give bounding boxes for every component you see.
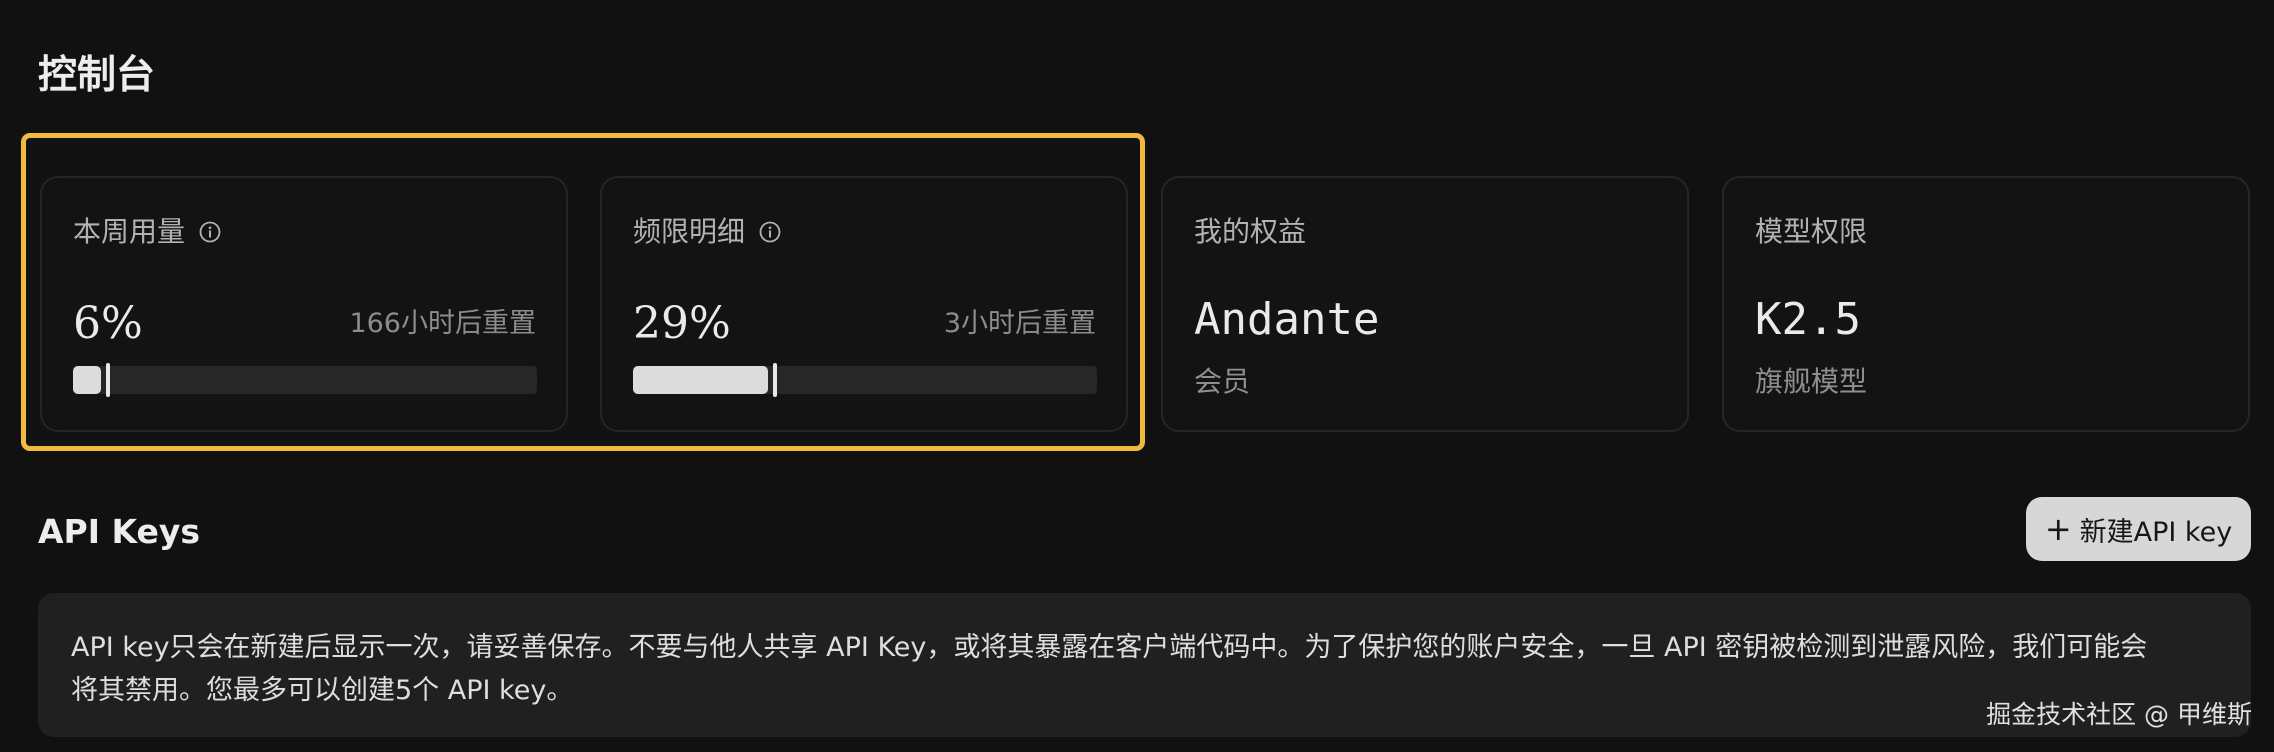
rate-limit-progress-fill bbox=[633, 366, 768, 394]
rate-limit-title: 频限明细 bbox=[633, 215, 746, 248]
new-api-key-button[interactable]: + 新建API key bbox=[2026, 497, 2251, 561]
plan-type: 会员 bbox=[1194, 365, 1251, 398]
plus-icon: + bbox=[2044, 510, 2072, 548]
rate-limit-card: 频限明细 29% 3小时后重置 bbox=[600, 176, 1128, 432]
rate-limit-reset: 3小时后重置 bbox=[943, 308, 1096, 339]
model-name: K2.5 bbox=[1755, 294, 1861, 345]
page-title: 控制台 bbox=[38, 53, 156, 98]
plan-name: Andante bbox=[1194, 294, 1380, 345]
new-api-key-label: 新建API key bbox=[2079, 516, 2233, 548]
weekly-usage-reset: 166小时后重置 bbox=[349, 308, 536, 339]
model-permission-title: 模型权限 bbox=[1755, 215, 1868, 248]
info-icon[interactable] bbox=[199, 221, 221, 243]
watermark: 掘金技术社区 @ 甲维斯 bbox=[1986, 700, 2252, 729]
info-icon[interactable] bbox=[759, 221, 781, 243]
api-keys-title: API Keys bbox=[38, 512, 201, 551]
weekly-usage-progress-fill bbox=[73, 366, 101, 394]
model-permission-card: 模型权限 K2.5 旗舰模型 bbox=[1722, 176, 2250, 432]
weekly-usage-title: 本周用量 bbox=[73, 215, 186, 248]
weekly-usage-card: 本周用量 6% 166小时后重置 bbox=[40, 176, 568, 432]
my-benefits-title: 我的权益 bbox=[1194, 215, 1307, 248]
rate-limit-progress-marker bbox=[773, 363, 777, 397]
rate-limit-percent: 29% bbox=[633, 298, 731, 349]
model-tier: 旗舰模型 bbox=[1755, 365, 1868, 398]
weekly-usage-progress-marker bbox=[106, 363, 110, 397]
api-key-notice: API key只会在新建后显示一次，请妥善保存。不要与他人共享 API Key，… bbox=[38, 593, 2251, 737]
notice-line-1: API key只会在新建后显示一次，请妥善保存。不要与他人共享 API Key，… bbox=[71, 632, 2148, 663]
rate-limit-progress-bar bbox=[633, 363, 1097, 397]
weekly-usage-progress-bar bbox=[73, 363, 537, 397]
weekly-usage-percent: 6% bbox=[73, 298, 143, 349]
notice-line-2: 将其禁用。您最多可以创建5个 API key。 bbox=[71, 675, 574, 706]
my-benefits-card: 我的权益 Andante 会员 bbox=[1161, 176, 1689, 432]
